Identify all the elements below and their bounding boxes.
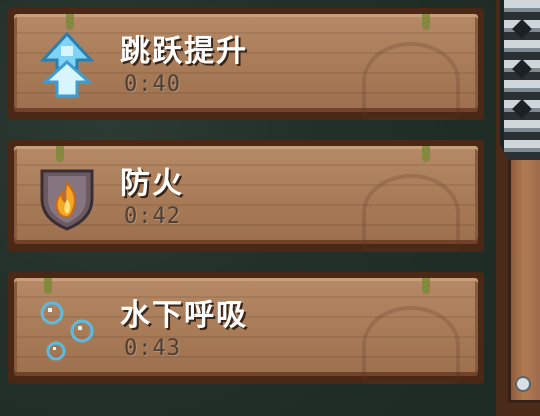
effect-time: 0:40: [124, 72, 181, 97]
effect-name: 跳跃提升: [120, 34, 248, 69]
jump-boost-icon: [36, 32, 98, 100]
effect-card-fire-resistance: 防火 0:42: [8, 140, 484, 252]
effects-panel: 跳跃提升 0:40 防火 0:42 水下呼吸 0:43: [0, 0, 540, 416]
effect-time: 0:42: [124, 204, 181, 229]
moss-decoration: [44, 278, 52, 294]
moss-decoration: [422, 146, 430, 162]
effect-time: 0:43: [124, 336, 181, 361]
moss-decoration: [422, 278, 430, 294]
effect-card-jump-boost: 跳跃提升 0:40: [8, 8, 484, 120]
side-wood-panel: [508, 160, 540, 403]
moss-decoration: [56, 146, 64, 162]
effect-name: 水下呼吸: [120, 298, 248, 333]
fire-resistance-icon: [36, 164, 98, 232]
moss-decoration: [66, 14, 74, 30]
effect-name: 防火: [120, 166, 184, 201]
scroll-knob[interactable]: [515, 376, 531, 392]
water-breathing-icon: [36, 296, 98, 364]
effect-card-water-breathing: 水下呼吸 0:43: [8, 272, 484, 384]
moss-decoration: [422, 14, 430, 30]
